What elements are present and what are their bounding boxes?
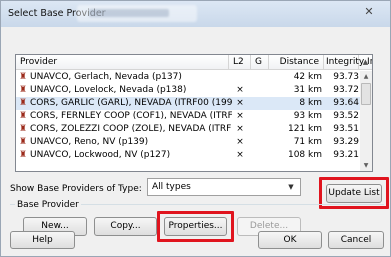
column-header-g[interactable]: G <box>251 55 269 70</box>
distance: 71 km <box>293 137 322 147</box>
column-header-provider[interactable]: Provider <box>16 55 229 70</box>
table-row[interactable]: ♜ CORS, ZOLEZZI COOP (ZOLE), NEVADA (ITR… <box>16 123 360 136</box>
column-header-l2[interactable]: L2 <box>229 55 251 70</box>
provider-type-value: All types <box>152 182 191 192</box>
tower-icon: ♜ <box>19 124 28 134</box>
provider-name: UNAVCO, Lockwood, NV (p127) <box>30 150 171 160</box>
provider-name: UNAVCO, Reno, NV (p139) <box>30 137 149 147</box>
l2-flag: × <box>236 150 244 160</box>
g-flag <box>251 149 269 162</box>
provider-type-label: Show Base Providers of Type: <box>10 184 142 194</box>
title-bar[interactable]: Select Base Provider ✕ <box>1 1 390 27</box>
table-row[interactable]: ♜ UNAVCO, Reno, NV (p139) × 71 km 93.29 <box>16 136 360 149</box>
integrity-index: 93.51 <box>333 124 359 134</box>
list-header: Provider L2 G Distance Integrity Index ▲ <box>16 55 372 70</box>
integrity-index: 93.73 <box>333 72 359 82</box>
table-row[interactable]: ♜ UNAVCO, Gerlach, Nevada (p137) 42 km 9… <box>16 71 360 84</box>
provider-name: UNAVCO, Lovelock, Nevada (p138) <box>30 85 187 95</box>
distance: 121 km <box>287 124 322 134</box>
l2-flag: × <box>236 137 244 147</box>
base-provider-group-label: Base Provider <box>15 200 81 210</box>
integrity-index: 93.52 <box>333 111 359 121</box>
sort-arrow-icon: ▲ <box>362 58 369 66</box>
tower-icon: ♜ <box>19 150 28 160</box>
help-button[interactable]: Help <box>10 231 75 249</box>
l2-flag: × <box>236 98 244 108</box>
integrity-index: 93.64 <box>333 98 359 108</box>
scroll-down-icon[interactable]: ▼ <box>360 160 372 171</box>
distance: 93 km <box>293 111 322 121</box>
copy-button[interactable]: Copy... <box>94 217 157 236</box>
close-button[interactable]: ✕ <box>354 4 384 20</box>
scroll-thumb[interactable] <box>361 83 371 105</box>
chevron-down-icon[interactable]: ▼ <box>284 180 298 194</box>
g-flag <box>251 123 269 136</box>
vertical-scrollbar[interactable]: ▲ ▼ <box>360 71 372 171</box>
g-flag <box>251 136 269 149</box>
provider-name: UNAVCO, Gerlach, Nevada (p137) <box>30 72 182 82</box>
table-row[interactable]: ♜ UNAVCO, Lovelock, Nevada (p138) × 31 k… <box>16 84 360 97</box>
select-base-provider-dialog: Select Base Provider ✕ Provider L2 G Dis… <box>0 0 391 257</box>
tower-icon: ♜ <box>19 72 28 82</box>
tower-icon: ♜ <box>19 98 28 108</box>
l2-flag: × <box>236 111 244 121</box>
scroll-up-icon[interactable]: ▲ <box>360 71 372 82</box>
provider-name: CORS, FERNLEY COOP (COF1), NEVADA (ITRF0… <box>30 111 232 121</box>
distance: 42 km <box>293 72 322 82</box>
tower-icon: ♜ <box>19 137 28 147</box>
integrity-index: 93.72 <box>333 85 359 95</box>
column-header-integrity-index[interactable]: Integrity Index <box>324 55 372 70</box>
distance: 108 km <box>287 150 322 160</box>
tower-icon: ♜ <box>19 85 28 95</box>
l2-flag <box>229 71 251 84</box>
tower-icon: ♜ <box>19 111 28 121</box>
table-row[interactable]: ♜ UNAVCO, Lockwood, NV (p127) × 108 km 9… <box>16 149 360 162</box>
provider-name: CORS, GARLIC (GARL), NEVADA (ITRF00 (199… <box>30 98 232 108</box>
window-preview-icon <box>77 5 197 22</box>
provider-name: CORS, ZOLEZZI COOP (ZOLE), NEVADA (ITRF0… <box>30 124 232 134</box>
column-header-distance[interactable]: Distance <box>269 55 324 70</box>
g-flag <box>251 97 269 110</box>
g-flag <box>251 84 269 97</box>
distance: 31 km <box>293 85 322 95</box>
g-flag <box>251 71 269 84</box>
g-flag <box>251 110 269 123</box>
l2-flag: × <box>236 85 244 95</box>
list-rows: ♜ UNAVCO, Gerlach, Nevada (p137) 42 km 9… <box>16 71 360 162</box>
table-row[interactable]: ♜ CORS, FERNLEY COOP (COF1), NEVADA (ITR… <box>16 110 360 123</box>
table-row-selected[interactable]: ♜ CORS, GARLIC (GARL), NEVADA (ITRF00 (1… <box>16 97 360 110</box>
cancel-button[interactable]: Cancel <box>328 231 384 249</box>
provider-type-select[interactable]: All types ▼ <box>147 178 301 196</box>
distance: 8 km <box>299 98 322 108</box>
ok-button[interactable]: OK <box>258 231 322 249</box>
provider-list[interactable]: Provider L2 G Distance Integrity Index ▲… <box>15 54 373 172</box>
integrity-index: 93.29 <box>333 137 359 147</box>
l2-flag: × <box>236 124 244 134</box>
highlight-box-properties <box>157 211 234 242</box>
integrity-index: 93.21 <box>333 150 359 160</box>
